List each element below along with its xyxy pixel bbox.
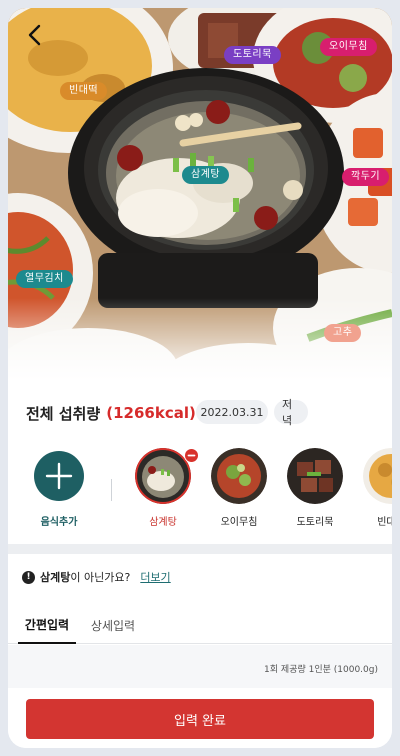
intake-summary: 전체 섭취량 (1266kcal) <box>26 400 196 426</box>
food-item[interactable]: 도토리묵 <box>280 448 350 528</box>
add-icon <box>34 451 84 501</box>
back-button[interactable] <box>22 22 48 48</box>
tab-detail-input[interactable]: 상세입력 <box>84 606 142 644</box>
add-food-label: 음식추가 <box>40 517 78 528</box>
exclamation-icon: ! <box>22 570 35 584</box>
serving-size: 1회 제공량 1인분 (1000.0g) <box>264 665 378 675</box>
food-label: 빈대떡 <box>377 517 392 528</box>
food-photo: 빈대떡 도토리묵 오이무침 삼계탕 깍두기 열무김치 고추 <box>8 8 392 388</box>
food-label: 오이무침 <box>220 517 258 528</box>
minus-icon <box>187 454 196 457</box>
selected-ring <box>135 448 191 504</box>
food-tag[interactable]: 오이무침 <box>320 38 377 56</box>
food-tag[interactable]: 도토리묵 <box>224 46 281 64</box>
input-tabs: 간편입력 상세입력 <box>8 606 392 644</box>
food-item[interactable]: 빈대떡 <box>356 448 392 528</box>
food-thumbnail <box>363 448 392 504</box>
food-item[interactable]: 오이무침 <box>204 448 274 528</box>
prompt-food-name: 삼계탕 <box>40 571 71 584</box>
date-chip[interactable]: 2022.03.31 <box>196 400 268 424</box>
food-tag[interactable]: 열무김치 <box>16 270 73 288</box>
more-link[interactable]: 더보기 <box>140 569 170 585</box>
food-tag[interactable]: 고추 <box>324 324 362 342</box>
food-thumbnail <box>287 448 343 504</box>
food-label: 삼계탕 <box>149 517 177 528</box>
remove-food-button[interactable] <box>184 448 199 463</box>
food-tag[interactable]: 깍두기 <box>342 168 390 186</box>
meal-chip[interactable]: 저녁 <box>274 398 308 427</box>
phone-screen: 빈대떡 도토리묵 오이무침 삼계탕 깍두기 열무김치 고추 전체 섭취량 (12… <box>8 8 392 748</box>
food-tag[interactable]: 빈대떡 <box>60 82 108 100</box>
food-thumbnail <box>135 448 191 504</box>
section-separator <box>8 544 392 554</box>
photo-fade <box>8 298 392 388</box>
food-tag[interactable]: 삼계탕 <box>182 166 230 184</box>
add-food-button[interactable]: 음식추가 <box>24 448 94 528</box>
prompt-text: 이 아닌가요? <box>70 571 131 584</box>
food-label: 도토리묵 <box>296 517 334 528</box>
tab-simple-input[interactable]: 간편입력 <box>18 606 76 644</box>
food-thumbnail <box>211 448 267 504</box>
divider <box>111 479 112 501</box>
summary-title: 전체 섭취량 <box>26 404 101 423</box>
total-kcal: (1266kcal) <box>106 404 196 422</box>
submit-button[interactable]: 입력 완료 <box>26 699 374 739</box>
chevron-left-icon <box>28 24 41 46</box>
food-list: 음식추가 삼계탕 오이무침 도토리묵 빈대 <box>8 444 392 540</box>
wrong-food-prompt: ! 삼계탕 이 아닌가요? 더보기 <box>22 568 171 586</box>
